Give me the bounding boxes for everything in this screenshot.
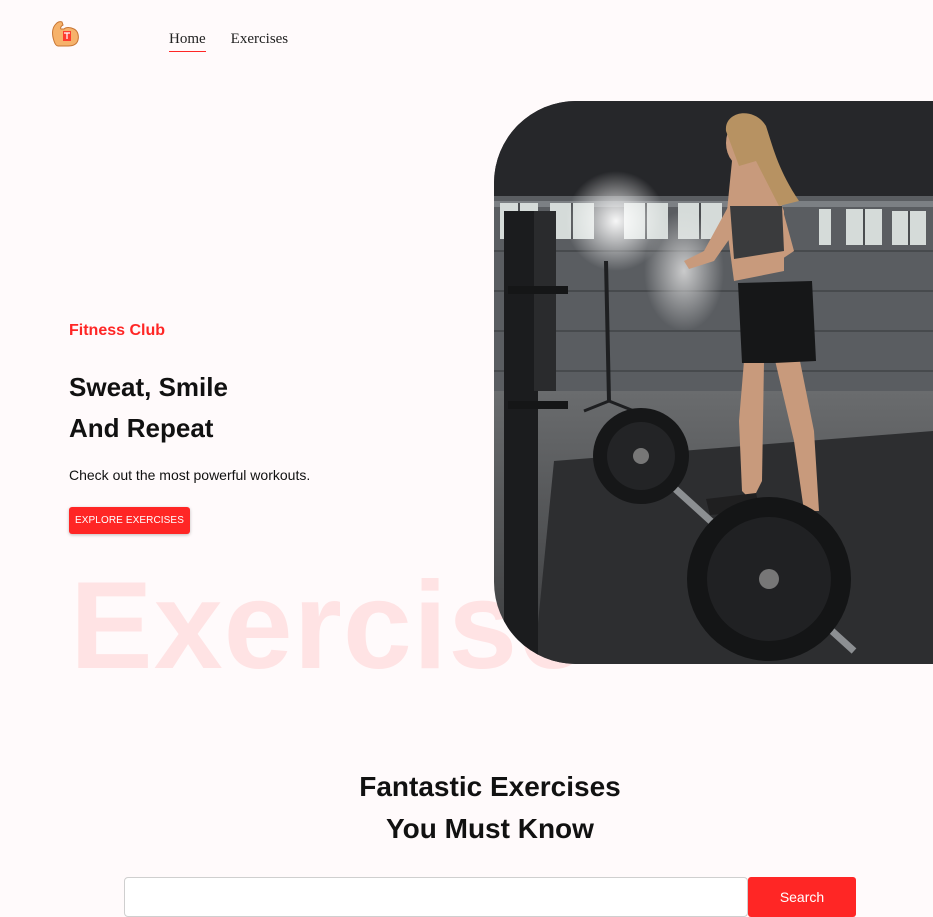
exercises-title-line2: You Must Know xyxy=(386,813,594,844)
hero-headline-line2: And Repeat xyxy=(69,413,214,443)
hero-eyebrow: Fitness Club xyxy=(69,322,166,339)
search-button[interactable]: Search xyxy=(748,877,856,917)
nav-exercises-link[interactable]: Exercises xyxy=(231,31,288,52)
hero-headline-line1: Sweat, Smile xyxy=(69,372,228,402)
main-nav: Home Exercises xyxy=(169,31,288,52)
hero-headline: Sweat, Smile And Repeat xyxy=(69,367,449,449)
hero-image xyxy=(494,101,933,664)
exercises-section-title: Fantastic Exercises You Must Know xyxy=(0,766,933,850)
exercises-title-line1: Fantastic Exercises xyxy=(359,771,621,802)
nav-home-link[interactable]: Home xyxy=(169,31,206,52)
flexed-bicep-icon xyxy=(52,21,79,47)
hero-text: Fitness Club Sweat, Smile And Repeat Che… xyxy=(69,322,449,534)
logo[interactable] xyxy=(50,19,80,47)
explore-exercises-button[interactable]: EXPLORE EXERCISES xyxy=(69,507,190,534)
hero-subtext: Check out the most powerful workouts. xyxy=(69,467,311,483)
exercise-search-input[interactable] xyxy=(124,877,748,917)
woman-barbell-photo xyxy=(494,101,933,664)
